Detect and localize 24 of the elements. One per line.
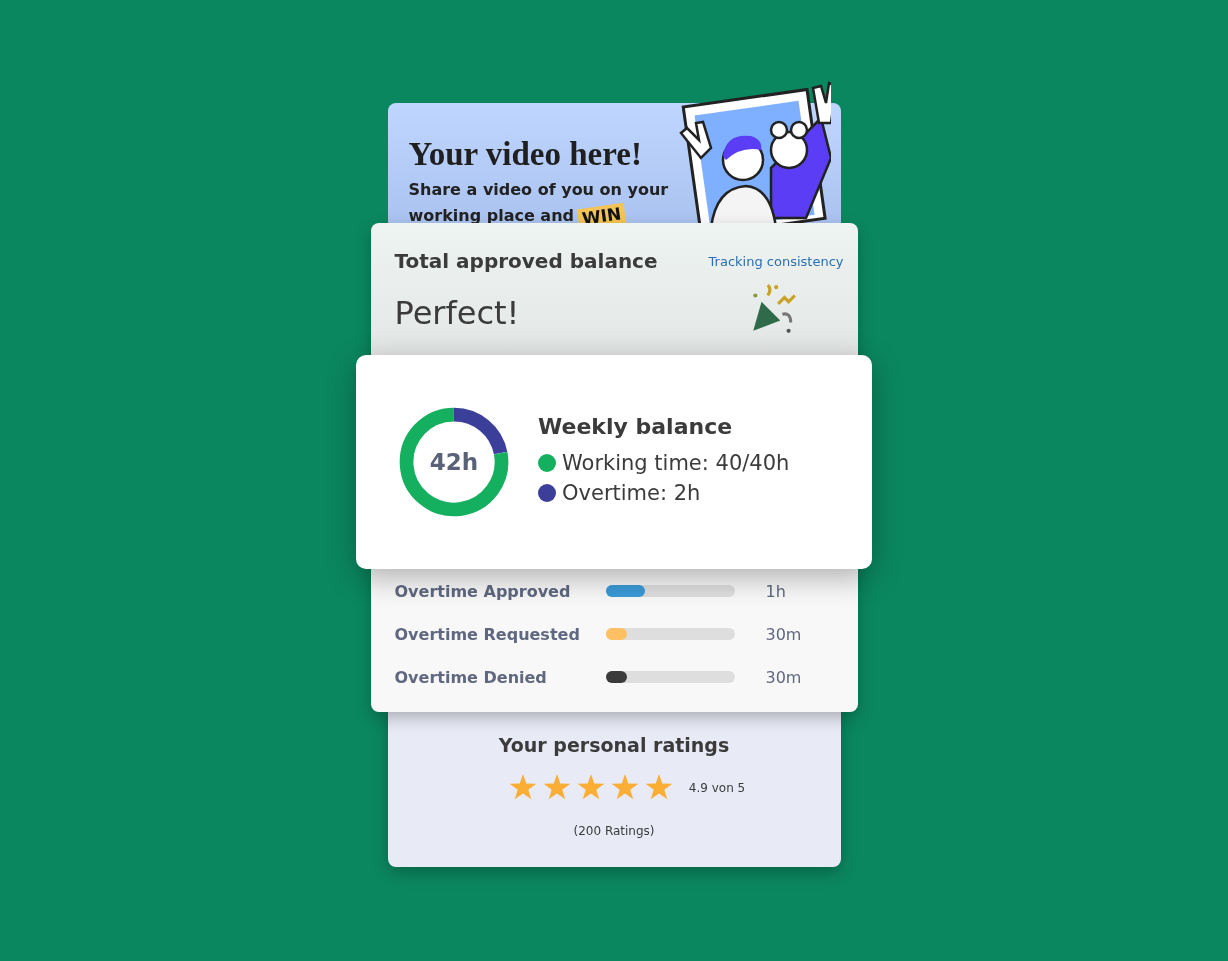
overtime-value: 30m: [765, 624, 802, 644]
star-icon: [576, 774, 605, 802]
star-icon: [610, 774, 639, 802]
status-text: Perfect!: [394, 294, 520, 332]
overtime-label: Overtime Approved: [394, 581, 572, 601]
ratings-title: Your personal ratings: [498, 734, 730, 756]
legend-label: Working time: 40/40h: [562, 450, 790, 475]
balance-title: Total approved balance: [394, 249, 658, 273]
overtime-label: Overtime Requested: [394, 624, 581, 644]
promo-text: working place and: [408, 206, 574, 226]
star-icon: [542, 774, 571, 802]
promo-title: Your video here!: [408, 137, 643, 172]
overtime-value: 30m: [765, 667, 802, 687]
rating-score: 4.9 von 5: [688, 781, 746, 795]
weekly-title: Weekly balance: [538, 413, 734, 439]
tracking-consistency-link[interactable]: Tracking consistency: [708, 253, 844, 269]
star-icon: [644, 774, 673, 802]
star-icon: [508, 774, 537, 802]
overtime-label: Overtime Denied: [394, 667, 548, 687]
overtime-value: 1h: [765, 581, 786, 601]
ratings-count: (200 Ratings): [573, 824, 655, 838]
total-hours: 42h: [429, 449, 479, 475]
legend-label: Overtime: 2h: [562, 480, 701, 505]
promo-text: Share a video of you on your: [408, 180, 669, 200]
